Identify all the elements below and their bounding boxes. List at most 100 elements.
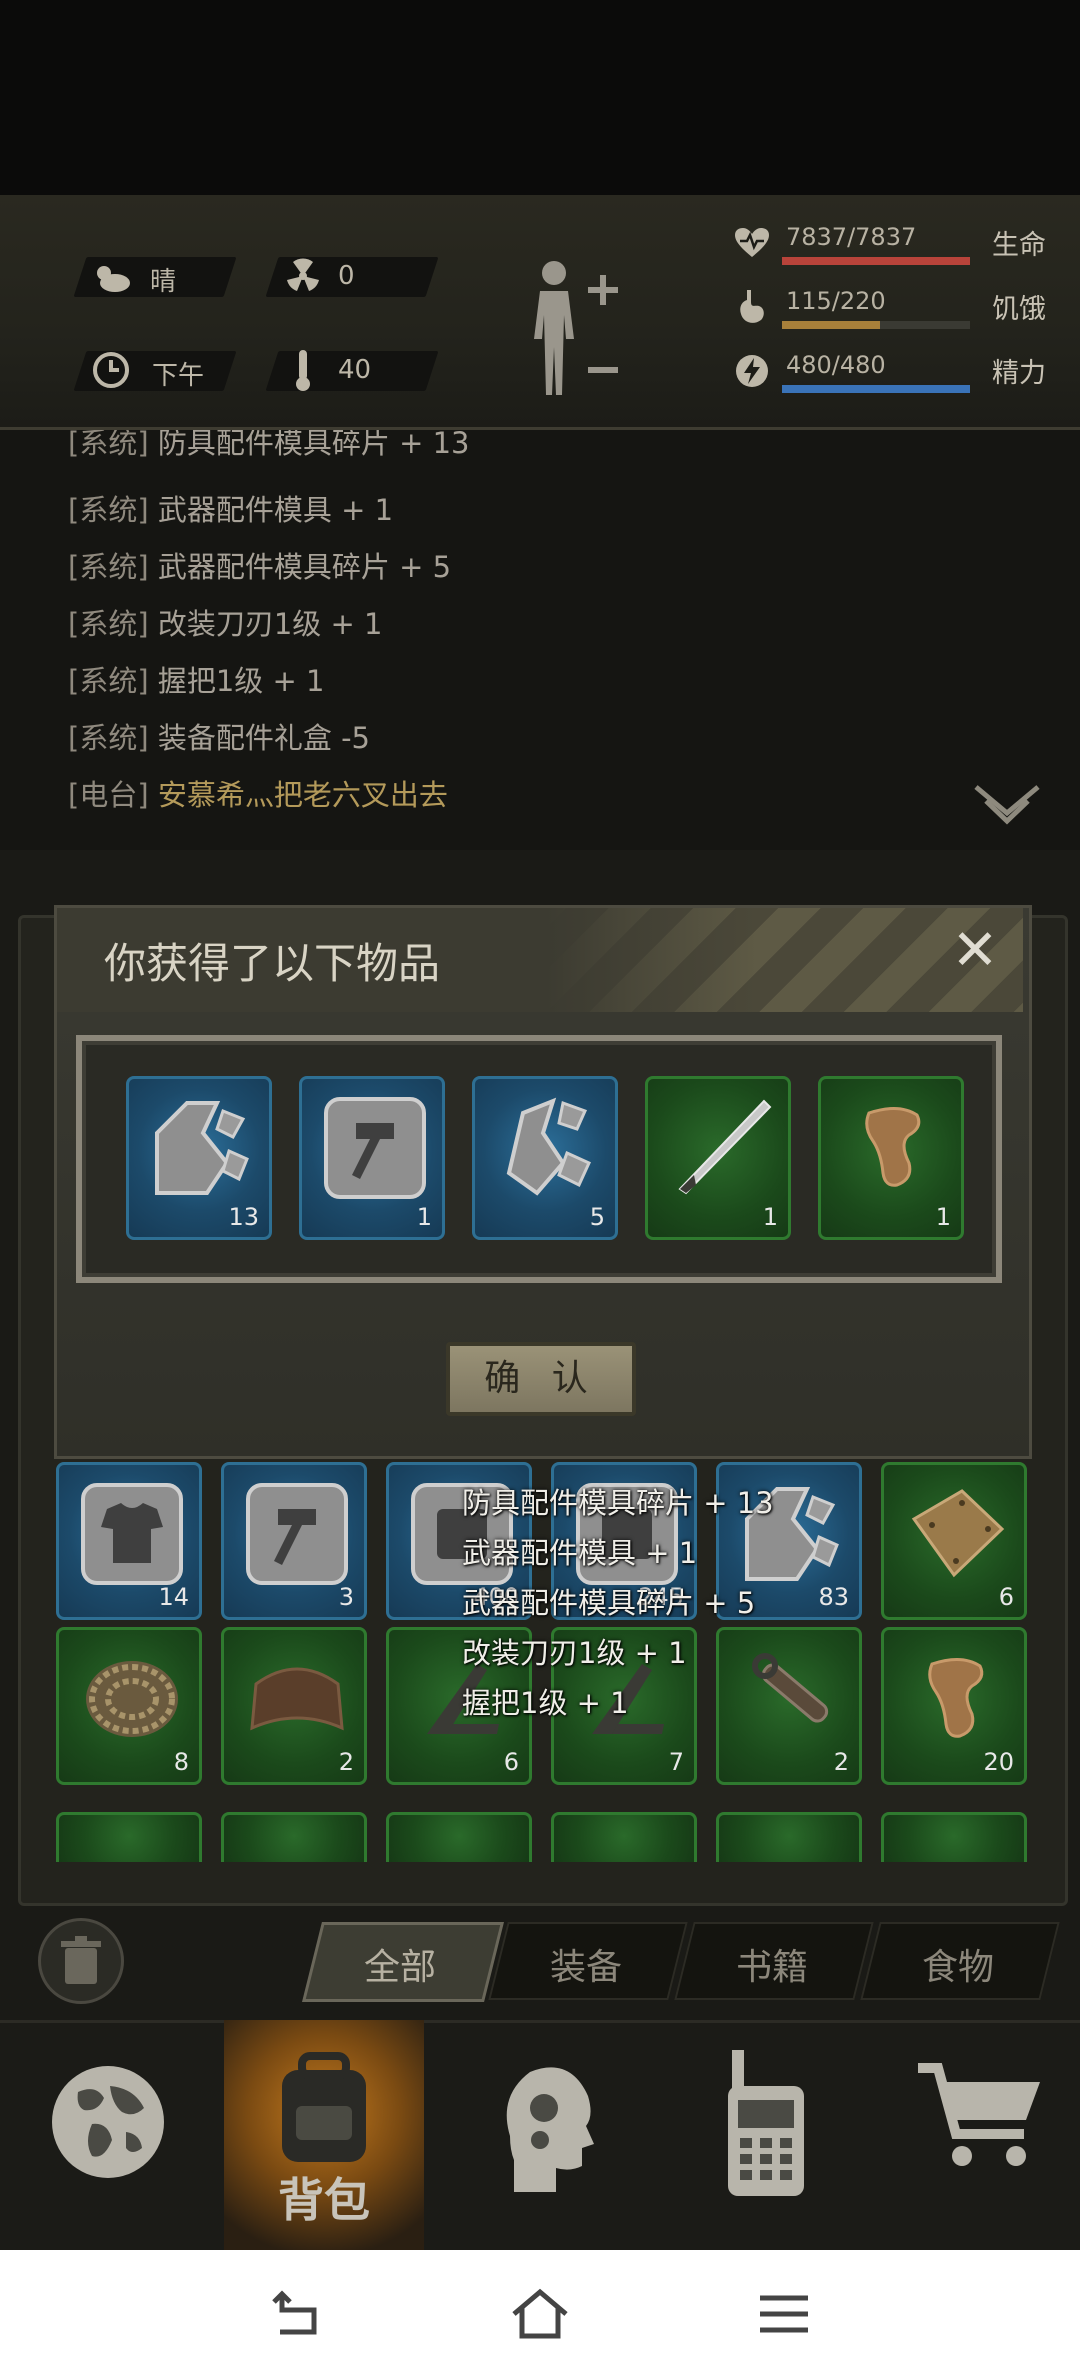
tab-books-label: 书籍	[735, 1947, 808, 1988]
home-icon	[512, 2288, 568, 2339]
log-line: [系统] 武器配件模具碎片 + 5	[68, 550, 452, 584]
hammer-mold-icon	[246, 1483, 348, 1585]
stomach-icon	[730, 285, 774, 329]
back-icon	[272, 2290, 317, 2335]
inventory-slot[interactable]: 3	[221, 1462, 367, 1620]
log-line: [系统] 握把1级 + 1	[68, 664, 325, 698]
time-value: 下午	[152, 361, 205, 391]
toast-message: 防具配件模具碎片 + 13	[462, 1486, 774, 1520]
leather-icon	[250, 1667, 344, 1731]
inventory-slot[interactable]	[551, 1812, 697, 1862]
cart-icon	[918, 2063, 1040, 2166]
system-home-button[interactable]	[510, 2286, 570, 2342]
reward-item[interactable]: 1	[299, 1076, 445, 1240]
trash-icon	[61, 1936, 101, 1984]
energy-label: 精力	[992, 358, 1046, 389]
item-count: 13	[228, 1203, 259, 1231]
inventory-slot[interactable]: 6	[881, 1462, 1027, 1620]
body-figure-icon	[534, 261, 618, 395]
item-count: 8	[173, 1748, 189, 1776]
health-value: 7837/7837	[786, 223, 917, 251]
inventory-slot[interactable]	[56, 1812, 202, 1862]
temperature-value: 40	[338, 355, 372, 385]
plate-icon	[911, 1489, 1005, 1578]
reward-item[interactable]: 1	[818, 1076, 964, 1240]
menu-icon	[760, 2295, 808, 2333]
grip-icon	[865, 1107, 921, 1187]
item-count: 1	[416, 1203, 432, 1231]
blade-icon	[678, 1099, 772, 1195]
nav-shop-button[interactable]	[880, 2020, 1080, 2250]
close-icon: ✕	[951, 918, 999, 983]
log-line: [系统] 武器配件模具 + 1	[68, 493, 394, 527]
item-count: 6	[503, 1748, 519, 1776]
inventory-slot[interactable]	[221, 1812, 367, 1862]
item-count: 2	[833, 1748, 849, 1776]
toast-message: 握把1级 + 1	[462, 1686, 629, 1720]
backpack-icon	[282, 2052, 366, 2162]
inventory-slot[interactable]: 2	[221, 1627, 367, 1785]
inventory-slot[interactable]: 20	[881, 1627, 1027, 1785]
log-line: [系统] 装备配件礼盒 -5	[68, 721, 370, 755]
log-line: [系统] 防具配件模具碎片 + 13	[68, 430, 470, 460]
radiation-value: 0	[338, 261, 355, 291]
hunger-bar	[782, 321, 970, 329]
item-count: 6	[998, 1583, 1014, 1611]
cloud-sun-icon	[88, 253, 134, 299]
inventory-slot[interactable]: 8	[56, 1627, 202, 1785]
nav-skills-button[interactable]	[440, 2020, 650, 2250]
grip-icon	[928, 1658, 984, 1738]
clock-icon	[88, 347, 134, 393]
close-button[interactable]: ✕	[948, 923, 1002, 979]
radio-icon	[728, 2050, 804, 2196]
toast-message: 武器配件模具碎片 + 5	[462, 1586, 756, 1620]
trash-button[interactable]	[38, 1918, 124, 2004]
toast-message: 武器配件模具 + 1	[462, 1536, 698, 1570]
reward-item[interactable]: 5	[472, 1076, 618, 1240]
inventory-slot[interactable]	[716, 1812, 862, 1862]
log-line: [系统] 改装刀刃1级 + 1	[68, 607, 383, 641]
reward-item[interactable]: 13	[126, 1076, 272, 1240]
message-log[interactable]: [系统] 防具配件模具碎片 + 13 [系统] 武器配件模具 + 1 [系统] …	[0, 430, 1080, 850]
energy-icon	[730, 349, 774, 393]
item-count: 5	[589, 1203, 605, 1231]
inventory-slot[interactable]	[386, 1812, 532, 1862]
status-panel: 晴 0 下午 40 7837/7837 生命 115/220 饥饿 480/48…	[0, 195, 1080, 430]
dialog-title: 你获得了以下物品	[104, 939, 441, 988]
weather-value: 晴	[150, 267, 177, 297]
inventory-slot[interactable]: 14	[56, 1462, 202, 1620]
hunger-label: 饥饿	[992, 294, 1046, 325]
tab-all-label: 全部	[363, 1947, 436, 1988]
nav-radio-button[interactable]	[660, 2020, 870, 2250]
health-label: 生命	[992, 230, 1046, 261]
broken-mold-icon	[155, 1101, 249, 1195]
thermometer-icon	[288, 345, 318, 395]
hammer-mold-icon	[324, 1097, 426, 1199]
item-count: 1	[935, 1203, 951, 1231]
body-status-button[interactable]	[518, 255, 628, 405]
system-back-button[interactable]	[268, 2286, 328, 2342]
item-count: 7	[668, 1748, 684, 1776]
shirt-mold-icon	[81, 1483, 183, 1585]
reward-item[interactable]: 1	[645, 1076, 791, 1240]
item-count: 20	[983, 1748, 1014, 1776]
heart-icon	[730, 221, 774, 265]
toast-message: 改装刀刃1级 + 1	[462, 1636, 687, 1670]
expand-log-chevron-icon[interactable]	[972, 780, 1042, 830]
tab-equipment-label: 装备	[549, 1947, 622, 1988]
inventory-slot[interactable]	[881, 1812, 1027, 1862]
confirm-button[interactable]: 确 认	[446, 1342, 636, 1416]
nav-backpack-button[interactable]: 背包	[224, 2020, 424, 2250]
globe-icon	[52, 2066, 164, 2178]
spring-icon	[752, 1653, 829, 1723]
item-count: 14	[158, 1583, 189, 1611]
system-menu-button[interactable]	[754, 2286, 814, 2342]
item-count: 83	[818, 1583, 849, 1611]
radiation-icon	[280, 253, 326, 299]
inventory-slot[interactable]: 2	[716, 1627, 862, 1785]
nav-world-button[interactable]	[0, 2020, 210, 2250]
tab-food-label: 食物	[921, 1947, 994, 1988]
item-count: 1	[762, 1203, 778, 1231]
head-gear-icon	[506, 2067, 594, 2192]
item-count: 3	[338, 1583, 354, 1611]
